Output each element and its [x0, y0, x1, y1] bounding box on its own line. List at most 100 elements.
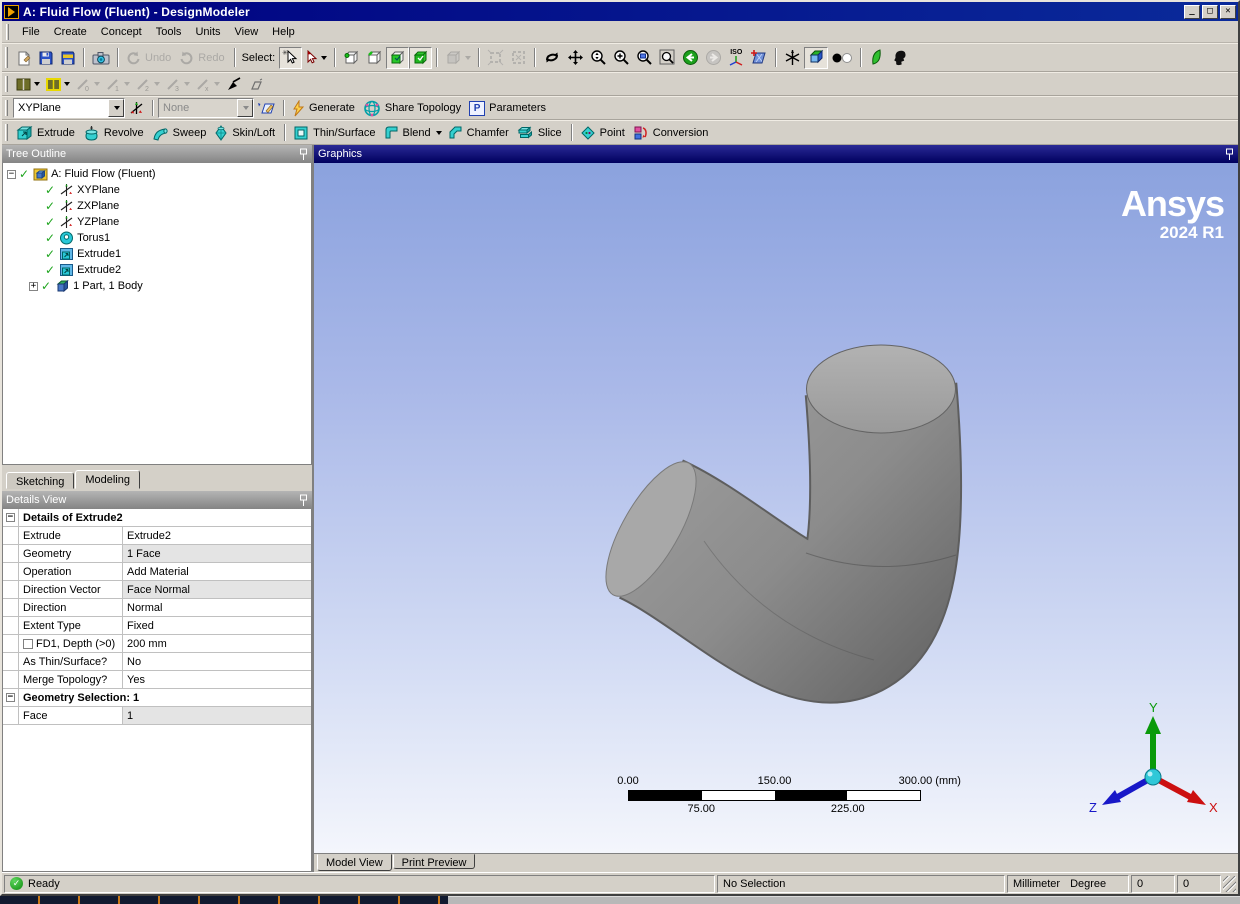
save-button[interactable]	[35, 47, 57, 69]
close-button[interactable]: ✕	[1220, 5, 1236, 19]
tab-modeling[interactable]: Modeling	[75, 470, 140, 489]
redo-button[interactable]: Redo	[176, 47, 229, 69]
orientation-triad[interactable]: Y X Z	[1088, 702, 1218, 825]
row-value[interactable]: 200 mm	[123, 635, 311, 652]
save-as-button[interactable]	[57, 47, 79, 69]
pin-icon[interactable]	[299, 148, 308, 161]
toolbar-grip[interactable]	[5, 47, 8, 67]
thin-surface-button[interactable]: Thin/Surface	[290, 123, 380, 143]
conversion-button[interactable]: Conversion	[630, 123, 714, 143]
menu-help[interactable]: Help	[265, 23, 302, 41]
point-button[interactable]: Point	[577, 123, 630, 143]
adjacent-select-button[interactable]	[442, 47, 474, 69]
maximize-button[interactable]: □	[1202, 5, 1218, 19]
row-value[interactable]: 1 Face	[123, 545, 311, 562]
select-mode-button[interactable]: ✳	[279, 47, 302, 69]
tree-item-extrude2[interactable]: ✓ Extrude2	[7, 262, 311, 278]
screenshot-button[interactable]	[89, 47, 113, 69]
rotate-button[interactable]	[540, 47, 564, 69]
constraint-x-button[interactable]: x	[193, 74, 223, 94]
row-value[interactable]: No	[123, 653, 311, 670]
details-group-header[interactable]: − Details of Extrude2	[3, 509, 311, 527]
tree-item-root[interactable]: − ✓ A: Fluid Flow (Fluent)	[7, 166, 311, 182]
pin-icon[interactable]	[299, 494, 308, 507]
new-sketch-button[interactable]	[13, 47, 35, 69]
extrude-button[interactable]: Extrude	[13, 123, 80, 143]
pan-button[interactable]	[564, 47, 587, 69]
menu-create[interactable]: Create	[47, 23, 94, 41]
triad-toggle-button[interactable]	[781, 47, 804, 69]
menu-tools[interactable]: Tools	[149, 23, 189, 41]
select-dropdown-button[interactable]	[302, 47, 330, 69]
display-model-button[interactable]	[804, 47, 828, 69]
look-at-face-button[interactable]	[747, 47, 771, 69]
box-zoom-button[interactable]	[633, 47, 656, 69]
filter-face-button[interactable]	[386, 47, 409, 69]
row-value[interactable]: Normal	[123, 599, 311, 616]
extend-selection-button[interactable]	[484, 47, 507, 69]
plane-combobox-dropdown[interactable]	[108, 99, 124, 117]
skinloft-button[interactable]: Skin/Loft	[211, 123, 280, 143]
pin-icon[interactable]	[1225, 148, 1234, 161]
snap-pin-button[interactable]	[223, 74, 245, 94]
new-plane-button[interactable]	[125, 98, 148, 118]
parameter-checkbox[interactable]	[23, 639, 33, 649]
tree-item-xyplane[interactable]: ✓ XYPlane	[7, 182, 311, 198]
viewport-button[interactable]	[888, 47, 910, 69]
zoom-button[interactable]	[587, 47, 610, 69]
row-value[interactable]: Extrude2	[123, 527, 311, 544]
tree-item-torus1[interactable]: ✓ Torus1	[7, 230, 311, 246]
undo-button[interactable]: Undo	[123, 47, 176, 69]
tree-item-zxplane[interactable]: ✓ ZXPlane	[7, 198, 311, 214]
shading-mode-button[interactable]	[828, 47, 856, 69]
row-value[interactable]: Add Material	[123, 563, 311, 580]
collapse-icon[interactable]: −	[6, 513, 15, 522]
tree-item-part-body[interactable]: + ✓ 1 Part, 1 Body	[7, 278, 311, 294]
menu-concept[interactable]: Concept	[94, 23, 149, 41]
menu-file[interactable]: File	[15, 23, 47, 41]
grid-snap-button[interactable]	[245, 74, 267, 94]
shrink-selection-button[interactable]	[507, 47, 530, 69]
constraint-0-button[interactable]: 0	[73, 74, 103, 94]
zoom-in-button[interactable]	[610, 47, 633, 69]
toolbar-grip[interactable]	[5, 124, 8, 141]
revolve-button[interactable]: Revolve	[80, 123, 149, 143]
row-value[interactable]: Fixed	[123, 617, 311, 634]
chamfer-button[interactable]: Chamfer	[445, 123, 514, 143]
tab-sketching[interactable]: Sketching	[6, 472, 74, 489]
tab-model-view[interactable]: Model View	[317, 854, 392, 871]
plane-display-active-button[interactable]	[43, 74, 73, 94]
row-value[interactable]: Yes	[123, 671, 311, 688]
resize-grip[interactable]	[1223, 876, 1236, 892]
tab-print-preview[interactable]: Print Preview	[393, 854, 476, 869]
generate-button[interactable]: Generate	[289, 98, 360, 118]
menu-units[interactable]: Units	[188, 23, 227, 41]
minimize-button[interactable]: _	[1184, 5, 1200, 19]
next-view-button[interactable]	[702, 47, 725, 69]
toolbar-grip[interactable]	[5, 100, 8, 117]
sketch-combobox-dropdown[interactable]	[237, 99, 253, 117]
plane-combobox[interactable]: XYPlane	[13, 98, 125, 118]
parameters-button[interactable]: PParameters	[466, 98, 551, 118]
tree-item-extrude1[interactable]: ✓ Extrude1	[7, 246, 311, 262]
filter-body-button[interactable]	[409, 47, 432, 69]
menu-view[interactable]: View	[228, 23, 266, 41]
filter-vertex-button[interactable]	[340, 47, 363, 69]
toolbar-grip[interactable]	[5, 76, 8, 93]
constraint-3-button[interactable]: 3	[163, 74, 193, 94]
sweep-button[interactable]: Sweep	[149, 123, 212, 143]
share-topology-button[interactable]: Share Topology	[360, 98, 466, 118]
sketch-combobox[interactable]: None	[158, 98, 254, 118]
plane-display-button[interactable]	[13, 74, 43, 94]
filter-edge-button[interactable]	[363, 47, 386, 69]
details-group-header[interactable]: − Geometry Selection: 1	[3, 689, 311, 707]
blend-button[interactable]: Blend	[381, 123, 445, 143]
isometric-view-button[interactable]: ISO	[725, 47, 747, 69]
section-plane-button[interactable]	[866, 47, 888, 69]
slice-button[interactable]: Slice	[514, 123, 567, 143]
constraint-1-button[interactable]: 1	[103, 74, 133, 94]
graphics-viewport[interactable]: Ansys 2024 R1 0.00 150.00 300.00 (mm) 75…	[314, 163, 1238, 853]
new-sketch-plane-button[interactable]	[254, 98, 279, 118]
constraint-2-button[interactable]: 2	[133, 74, 163, 94]
zoom-to-fit-button[interactable]	[656, 47, 679, 69]
